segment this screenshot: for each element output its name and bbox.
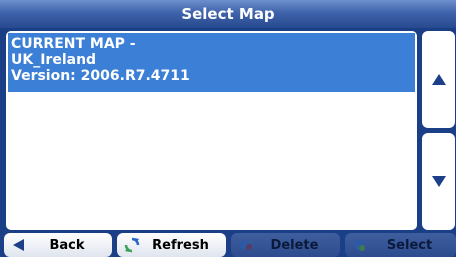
map-list[interactable]: CURRENT MAP - UK_Ireland Version: 2006.R… <box>6 31 417 230</box>
triangle-down-icon <box>431 176 446 187</box>
delete-icon <box>237 236 255 254</box>
select-label: Select <box>386 237 433 253</box>
bottom-toolbar: Back Refresh Delete Select <box>0 233 456 257</box>
map-item-line-3: Version: 2006.R7.4711 <box>11 68 190 84</box>
arrow-left-icon <box>10 236 28 254</box>
refresh-icon <box>123 236 141 254</box>
select-icon <box>351 236 369 254</box>
triangle-up-icon <box>431 74 446 85</box>
map-item-line-1: CURRENT MAP - <box>11 36 136 52</box>
delete-button[interactable]: Delete <box>231 233 340 257</box>
scroll-down-button[interactable] <box>422 133 455 230</box>
map-list-item-current[interactable]: CURRENT MAP - UK_Ireland Version: 2006.R… <box>8 33 415 92</box>
map-item-line-2: UK_Ireland <box>11 52 97 68</box>
back-button[interactable]: Back <box>4 233 112 257</box>
scroll-up-button[interactable] <box>422 31 455 128</box>
refresh-button[interactable]: Refresh <box>117 233 226 257</box>
back-label: Back <box>49 237 85 253</box>
select-button[interactable]: Select <box>345 233 456 257</box>
page-title: Select Map <box>181 5 275 23</box>
delete-label: Delete <box>270 237 319 253</box>
refresh-label: Refresh <box>152 237 209 253</box>
title-bar: Select Map <box>0 0 456 28</box>
